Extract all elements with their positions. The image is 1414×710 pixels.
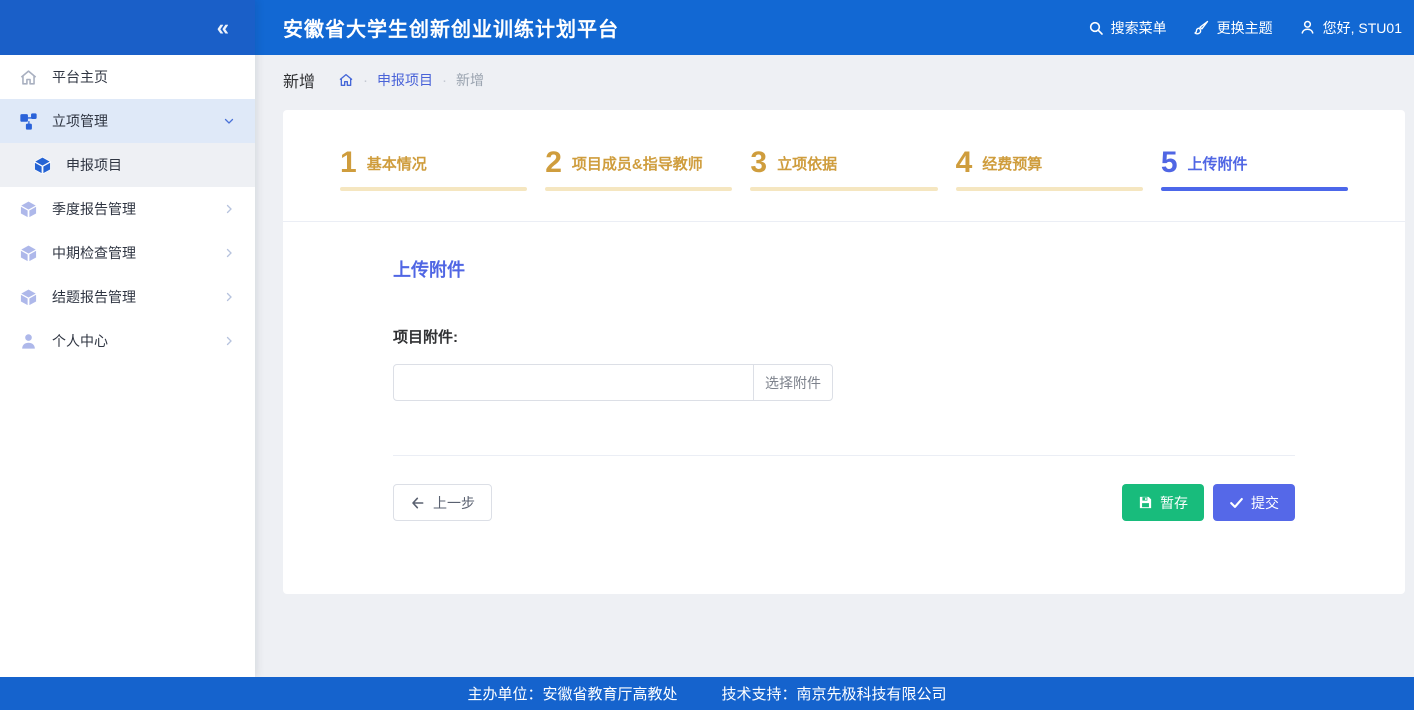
step-3-project-basis[interactable]: 3 立项依据	[750, 148, 937, 191]
form-card: 1 基本情况 2 项目成员&指导教师 3 立项依据	[283, 110, 1405, 594]
submit-actions: 暂存 提交	[1122, 484, 1295, 521]
sidebar-item-midterm-check[interactable]: 中期检查管理	[0, 231, 255, 275]
chevron-right-icon	[223, 203, 235, 215]
step-number: 4	[956, 148, 973, 178]
attachment-file-input[interactable]	[393, 364, 754, 401]
breadcrumb: 新增 · 申报项目 · 新增	[255, 55, 1414, 97]
sidebar-item-label: 平台主页	[52, 67, 235, 87]
step-label: 基本情况	[367, 153, 427, 178]
previous-step-label: 上一步	[433, 493, 475, 513]
sidebar-menu: 平台主页 立项管理 申报项目 季度报告管理	[0, 55, 255, 363]
breadcrumb-link-declare-project[interactable]: 申报项目	[377, 70, 433, 90]
page-footer: 主办单位：安徽省教育厅高教处 技术支持：南京先极科技有限公司	[0, 677, 1414, 710]
sidebar-item-label: 申报项目	[66, 155, 235, 175]
content-divider	[393, 455, 1295, 456]
section-title: 上传附件	[393, 256, 1405, 282]
sidebar-item-label: 立项管理	[52, 111, 223, 131]
step-underline	[340, 187, 527, 191]
user-greeting: 您好, STU01	[1323, 18, 1402, 38]
step-number: 5	[1161, 148, 1178, 178]
breadcrumb-separator: ·	[363, 73, 368, 88]
footer-host-text: 主办单位：安徽省教育厅高教处	[467, 683, 677, 704]
step-1-basic-info[interactable]: 1 基本情况	[340, 148, 527, 191]
attachment-input-group: 选择附件	[393, 364, 833, 401]
chevron-right-icon	[223, 247, 235, 259]
arrow-left-icon	[410, 495, 426, 511]
sidebar-item-label: 季度报告管理	[52, 199, 223, 219]
change-theme-label: 更换主题	[1217, 18, 1273, 38]
step-underline	[750, 187, 937, 191]
save-draft-button[interactable]: 暂存	[1122, 484, 1204, 521]
sitemap-icon	[18, 111, 38, 131]
sidebar-item-project-management[interactable]: 立项管理	[0, 99, 255, 143]
breadcrumb-current: 新增	[456, 70, 484, 90]
cube-icon	[18, 199, 38, 219]
cube-icon	[32, 155, 52, 175]
person-icon	[18, 331, 38, 351]
step-wizard: 1 基本情况 2 项目成员&指导教师 3 立项依据	[283, 110, 1405, 222]
previous-step-button[interactable]: 上一步	[393, 484, 492, 521]
submit-label: 提交	[1251, 493, 1279, 513]
sidebar-item-final-report[interactable]: 结题报告管理	[0, 275, 255, 319]
save-draft-label: 暂存	[1160, 493, 1188, 513]
search-icon	[1088, 20, 1104, 36]
step-underline	[1161, 187, 1348, 191]
change-theme-button[interactable]: 更换主题	[1193, 18, 1273, 38]
step-label: 经费预算	[982, 153, 1042, 178]
step-number: 1	[340, 148, 357, 178]
top-header: 安徽省大学生创新创业训练计划平台 搜索菜单 更换主题 您好, STU01	[255, 0, 1414, 55]
main-area: 新增 · 申报项目 · 新增 1 基本情况 2 项目成员	[255, 55, 1414, 677]
breadcrumb-home-icon[interactable]	[338, 72, 354, 88]
sidebar-item-personal-center[interactable]: 个人中心	[0, 319, 255, 363]
cube-icon	[18, 287, 38, 307]
home-icon	[18, 67, 38, 87]
step-content: 上传附件 项目附件: 选择附件 上一步	[283, 222, 1405, 521]
save-icon	[1138, 495, 1153, 510]
theme-brush-icon	[1193, 19, 1210, 36]
step-4-budget[interactable]: 4 经费预算	[956, 148, 1143, 191]
header-actions: 搜索菜单 更换主题 您好, STU01	[1088, 18, 1402, 38]
sidebar-item-label: 中期检查管理	[52, 243, 223, 263]
app-title: 安徽省大学生创新创业训练计划平台	[283, 13, 1088, 42]
sidebar: « 平台主页 立项管理 申报项目	[0, 0, 255, 677]
step-underline	[956, 187, 1143, 191]
chevron-right-icon	[223, 291, 235, 303]
sidebar-item-platform-home[interactable]: 平台主页	[0, 55, 255, 99]
submit-button[interactable]: 提交	[1213, 484, 1295, 521]
step-number: 2	[545, 148, 562, 178]
cube-icon	[18, 243, 38, 263]
sidebar-item-quarterly-report[interactable]: 季度报告管理	[0, 187, 255, 231]
sidebar-header: «	[0, 0, 255, 55]
choose-attachment-button[interactable]: 选择附件	[753, 364, 833, 401]
collapse-sidebar-icon[interactable]: «	[217, 17, 229, 39]
step-5-upload-attachments[interactable]: 5 上传附件	[1161, 148, 1348, 191]
step-number: 3	[750, 148, 767, 178]
form-actions: 上一步 暂存 提交	[393, 484, 1295, 521]
attachment-field-label: 项目附件:	[393, 326, 1405, 347]
chevron-right-icon	[223, 335, 235, 347]
user-menu[interactable]: 您好, STU01	[1299, 18, 1402, 38]
page-title: 新增	[283, 68, 315, 92]
sidebar-item-label: 个人中心	[52, 331, 223, 351]
search-menu-button[interactable]: 搜索菜单	[1088, 18, 1167, 38]
breadcrumb-separator: ·	[442, 73, 447, 88]
chevron-down-icon	[223, 115, 235, 127]
footer-support-text: 技术支持：南京先极科技有限公司	[722, 683, 947, 704]
step-2-members-teachers[interactable]: 2 项目成员&指导教师	[545, 148, 732, 191]
step-label: 上传附件	[1188, 153, 1248, 178]
user-icon	[1299, 19, 1316, 36]
search-menu-label: 搜索菜单	[1111, 18, 1167, 38]
check-icon	[1229, 495, 1244, 510]
step-underline	[545, 187, 732, 191]
step-label: 立项依据	[777, 153, 837, 178]
sidebar-item-label: 结题报告管理	[52, 287, 223, 307]
step-label: 项目成员&指导教师	[572, 153, 703, 178]
sidebar-item-declare-project[interactable]: 申报项目	[0, 143, 255, 187]
